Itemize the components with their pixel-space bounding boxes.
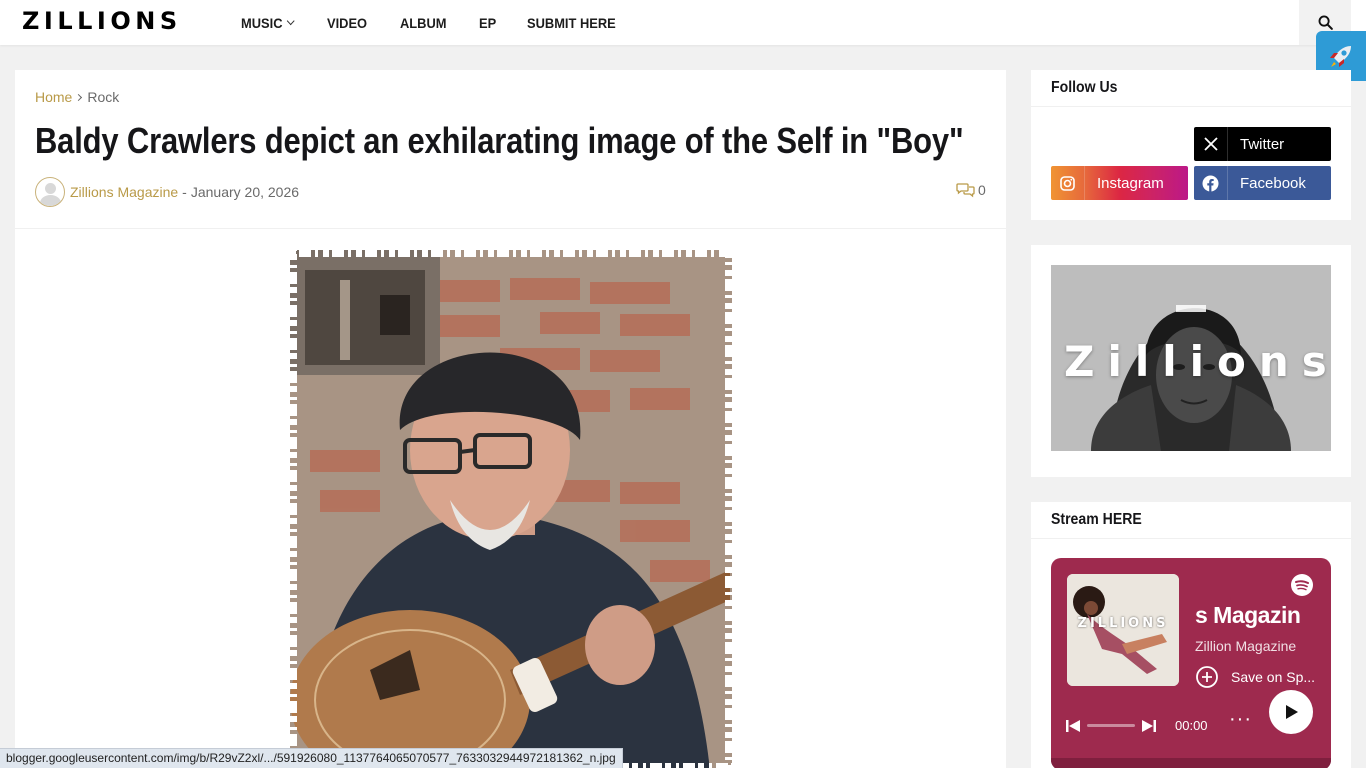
nav-item-music[interactable]: MUSIC	[241, 14, 295, 31]
facebook-label: Facebook	[1240, 174, 1306, 192]
breadcrumb: Home Rock	[35, 89, 119, 105]
musician-photo	[290, 250, 732, 768]
instagram-button[interactable]: Instagram	[1051, 166, 1188, 200]
nav-item-video[interactable]: VIDEO	[327, 15, 367, 31]
spotify-icon[interactable]	[1291, 574, 1313, 596]
spotify-embed: ZILLIONS s Magazin Zillion Magazine Save…	[1051, 558, 1331, 768]
author-avatar[interactable]	[35, 177, 65, 207]
comments-link[interactable]: 0	[956, 182, 986, 198]
divider	[1031, 106, 1351, 107]
twitter-label: Twitter	[1240, 135, 1285, 153]
divider	[15, 228, 1006, 229]
post-meta: Zillions Magazine - January 20, 2026	[35, 177, 299, 207]
post-date: January 20, 2026	[190, 184, 300, 200]
comments-icon	[956, 183, 975, 198]
breadcrumb-category[interactable]: Rock	[87, 89, 119, 105]
playlist-owner[interactable]: Zillion Magazine	[1195, 638, 1296, 654]
facebook-button[interactable]: Facebook	[1194, 166, 1331, 200]
more-options-icon[interactable]: ···	[1229, 708, 1252, 731]
main-nav: MUSIC VIDEO ALBUM EP SUBMIT HERE	[241, 0, 652, 45]
chevron-down-icon	[286, 16, 295, 25]
embed-footer	[1051, 758, 1331, 768]
meta-separator: -	[182, 184, 187, 200]
playlist-title[interactable]: s Magazin	[1195, 602, 1301, 629]
post-image[interactable]	[290, 250, 732, 768]
post-title: Baldy Crawlers depict an exhilarating im…	[35, 120, 964, 161]
next-icon[interactable]	[1141, 718, 1157, 734]
nav-item-ep[interactable]: EP	[479, 15, 496, 31]
chevron-right-icon	[75, 93, 83, 101]
banner-text: Zillions	[1064, 337, 1331, 386]
save-label: Save on Sp...	[1231, 669, 1316, 685]
nav-item-label: ALBUM	[399, 14, 447, 31]
link-status-bar: blogger.googleusercontent.com/img/b/R29v…	[0, 748, 623, 768]
breadcrumb-home[interactable]: Home	[35, 89, 72, 105]
search-icon	[1318, 15, 1333, 30]
site-header: ZILLIONS MUSIC VIDEO ALBUM EP SUBMIT HER…	[0, 0, 1366, 45]
nav-item-album[interactable]: ALBUM	[400, 15, 447, 31]
zillions-banner[interactable]: Zillions	[1051, 265, 1331, 451]
nav-item-submit[interactable]: SUBMIT HERE	[527, 15, 616, 31]
add-circle-icon	[1196, 666, 1218, 688]
banner-widget: Zillions	[1031, 245, 1351, 477]
nav-item-label: SUBMIT HERE	[526, 14, 616, 31]
follow-widget: Follow Us Twitter Instagram Facebook	[1031, 70, 1351, 220]
nav-item-label: EP	[479, 14, 497, 31]
nav-item-label: MUSIC	[241, 14, 283, 31]
post-card: Home Rock Baldy Crawlers depict an exhil…	[15, 70, 1006, 768]
instagram-icon	[1051, 166, 1085, 200]
rocket-icon	[1330, 46, 1351, 67]
cover-text: ZILLIONS	[1077, 616, 1169, 631]
stream-widget: Stream HERE ZILLIONS s Magazin Zillion M…	[1031, 502, 1351, 768]
widget-title: Stream HERE	[1051, 511, 1142, 528]
twitter-button[interactable]: Twitter	[1194, 127, 1331, 161]
save-on-spotify-button[interactable]: Save on Sp...	[1195, 665, 1315, 689]
widget-title: Follow Us	[1051, 79, 1118, 96]
playback-time: 00:00	[1175, 718, 1208, 733]
playlist-cover[interactable]: ZILLIONS	[1067, 574, 1179, 686]
x-twitter-icon	[1194, 127, 1228, 161]
play-icon	[1286, 705, 1298, 719]
play-button[interactable]	[1269, 690, 1313, 734]
instagram-label: Instagram	[1097, 174, 1164, 192]
comment-count: 0	[978, 182, 986, 198]
progress-bar[interactable]	[1087, 724, 1135, 727]
facebook-icon	[1194, 166, 1228, 200]
divider	[1031, 538, 1351, 539]
author-link[interactable]: Zillions Magazine	[70, 184, 178, 200]
site-logo[interactable]: ZILLIONS	[22, 7, 182, 35]
nav-item-label: VIDEO	[327, 14, 368, 31]
previous-icon[interactable]	[1065, 718, 1081, 734]
